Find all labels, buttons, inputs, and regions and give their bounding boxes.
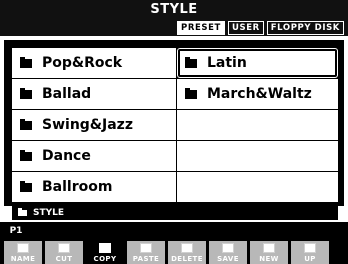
folder-item-ballad[interactable]: Ballad (12, 79, 177, 109)
folder-item-latin[interactable]: Latin (177, 48, 338, 78)
new-folder-button[interactable]: NEW (250, 241, 288, 264)
copy-icon (99, 243, 111, 253)
folder-item-march-waltz[interactable]: March&Waltz (177, 79, 338, 109)
folder-item-pop-rock[interactable]: Pop&Rock (12, 48, 177, 78)
tab-bar: PRESET USER FLOPPY DISK (177, 21, 344, 35)
cut-icon (58, 243, 70, 253)
folder-icon (18, 208, 27, 216)
style-screen: STYLE PRESET USER FLOPPY DISK Pop&Rock L… (0, 0, 348, 264)
empty-slot (177, 172, 338, 202)
tab-preset[interactable]: PRESET (177, 21, 225, 35)
folder-label: Pop&Rock (42, 55, 123, 71)
delete-button[interactable]: DELETE (168, 241, 206, 264)
folder-label: Latin (207, 55, 247, 71)
up-button[interactable]: UP (291, 241, 329, 264)
folder-item-swing-jazz[interactable]: Swing&Jazz (12, 110, 177, 140)
folder-label: March&Waltz (207, 86, 312, 102)
folder-icon (20, 87, 32, 99)
empty-slot (177, 110, 338, 140)
folder-label: Ballad (42, 86, 92, 102)
folder-item-dance[interactable]: Dance (12, 141, 177, 171)
name-icon (17, 243, 29, 253)
tab-floppy-disk[interactable]: FLOPPY DISK (266, 21, 344, 35)
folder-icon (20, 149, 32, 161)
empty-slot (177, 141, 338, 171)
folder-grid: Pop&Rock Latin Ballad March&Waltz Swing&… (12, 48, 338, 206)
screen-title: STYLE (150, 2, 198, 17)
paste-button[interactable]: PASTE (127, 241, 165, 264)
file-toolbar: NAME CUT COPY PASTE DELETE SAVE NEW UP (4, 241, 329, 264)
bottom-bar: P1 NAME CUT COPY PASTE DELETE SAVE NEW U… (0, 222, 348, 264)
current-path-label: STYLE (33, 208, 65, 218)
up-icon (304, 243, 316, 253)
folder-label: Ballroom (42, 179, 113, 195)
folder-icon (20, 56, 32, 68)
save-icon (222, 243, 234, 253)
folder-icon (20, 180, 32, 192)
current-path-bar: STYLE (12, 206, 338, 220)
name-button[interactable]: NAME (4, 241, 42, 264)
folder-item-ballroom[interactable]: Ballroom (12, 172, 177, 202)
paste-icon (140, 243, 152, 253)
folder-label: Swing&Jazz (42, 117, 133, 133)
delete-icon (181, 243, 193, 253)
new-folder-icon (263, 243, 275, 253)
page-tab-p1[interactable]: P1 (4, 224, 28, 238)
tab-user[interactable]: USER (227, 21, 264, 35)
folder-icon (20, 118, 32, 130)
copy-button[interactable]: COPY (86, 241, 124, 264)
folder-label: Dance (42, 148, 91, 164)
cut-button[interactable]: CUT (45, 241, 83, 264)
folder-icon (185, 56, 197, 68)
folder-icon (185, 87, 197, 99)
title-bar: STYLE PRESET USER FLOPPY DISK (0, 0, 348, 36)
save-button[interactable]: SAVE (209, 241, 247, 264)
